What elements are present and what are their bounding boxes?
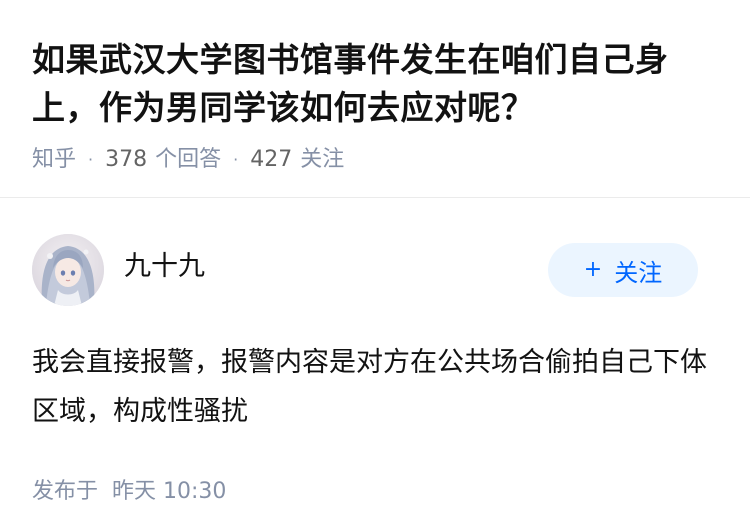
author-name[interactable]: 九十九	[124, 249, 205, 285]
zhihu-question-page: 如果武汉大学图书馆事件发生在咱们自己身上，作为男同学该如何去应对呢？ 知乎 · …	[0, 0, 750, 532]
question-title[interactable]: 如果武汉大学图书馆事件发生在咱们自己身上，作为男同学该如何去应对呢？	[32, 36, 718, 132]
published-label: 发布于	[32, 479, 99, 504]
answers-label[interactable]: 个回答	[155, 146, 221, 174]
answers-count: 378	[105, 147, 148, 172]
author-row: 九十九 + 关注	[32, 234, 718, 306]
answer-card: 九十九 + 关注 我会直接报警，报警内容是对方在公共场合偷拍自己下体区域，构成性…	[0, 198, 750, 506]
question-meta: 知乎 · 378 个回答 · 427 关注	[32, 146, 718, 174]
follow-button[interactable]: + 关注	[548, 243, 698, 297]
answer-timestamp: 发布于 昨天 10:30	[32, 478, 718, 506]
followers-label[interactable]: 关注	[300, 146, 344, 174]
question-header: 如果武汉大学图书馆事件发生在咱们自己身上，作为男同学该如何去应对呢？ 知乎 · …	[0, 0, 750, 198]
separator-dot: ·	[233, 150, 239, 169]
answer-content[interactable]: 我会直接报警，报警内容是对方在公共场合偷拍自己下体区域，构成性骚扰	[32, 338, 718, 436]
published-time: 昨天 10:30	[112, 479, 227, 504]
followers-count: 427	[250, 147, 293, 172]
avatar[interactable]	[32, 234, 104, 306]
plus-icon: +	[583, 257, 603, 282]
avatar-image	[32, 234, 104, 306]
follow-button-label: 关注	[614, 258, 663, 287]
separator-dot: ·	[88, 150, 94, 169]
source-label[interactable]: 知乎	[32, 146, 76, 174]
